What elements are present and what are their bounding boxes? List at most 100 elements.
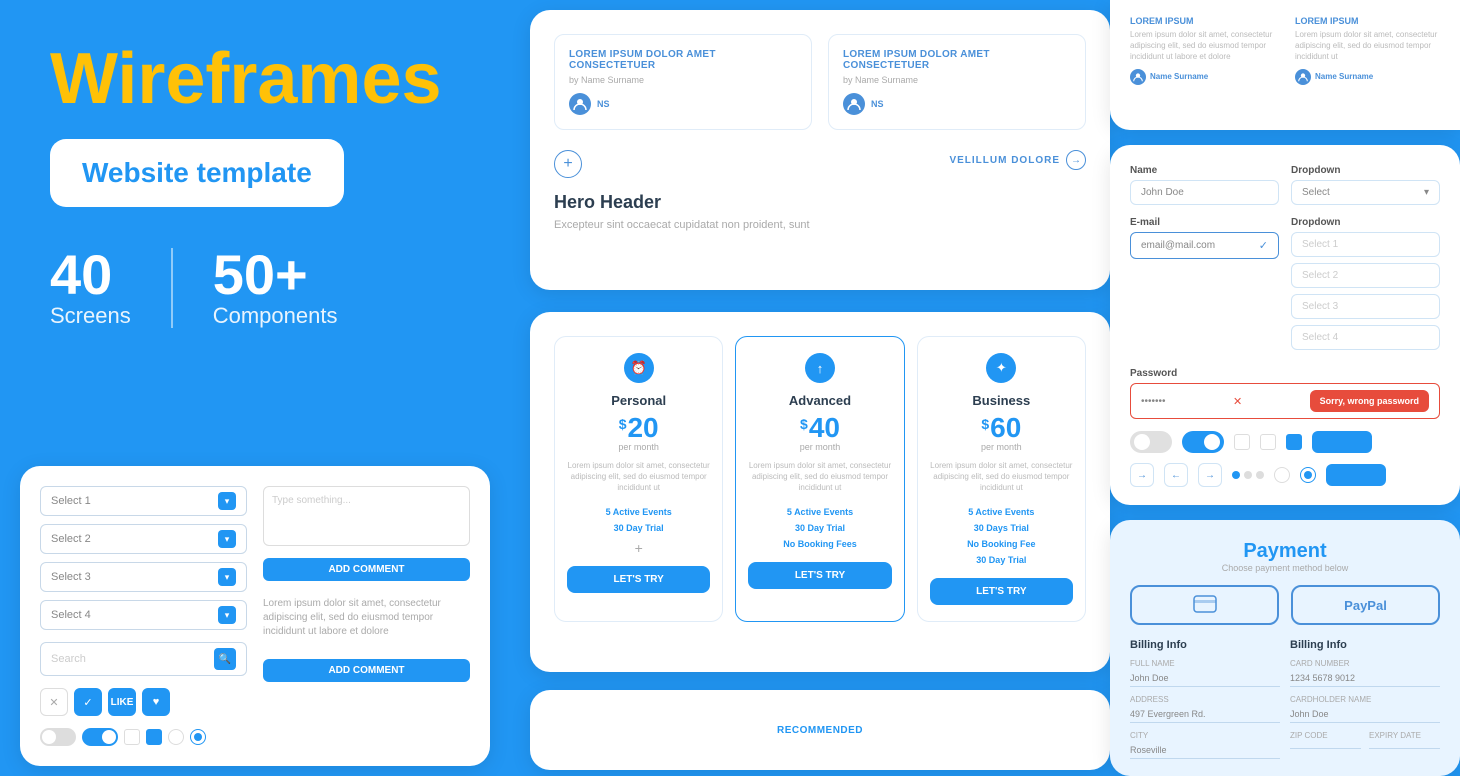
toggle-off[interactable] [40,728,76,746]
search-placeholder: Search [51,653,208,665]
name-field: Name John Doe [1130,165,1279,205]
price-feature-3c: No Booking Fee [930,536,1073,552]
price-cta-business[interactable]: LET'S TRY [930,578,1073,605]
dropdown2-option2[interactable]: Select 2 [1291,263,1440,288]
ui-components-row [1130,431,1440,453]
nav-arrow-right[interactable]: → [1130,463,1154,487]
toggle-off-pill[interactable] [1130,431,1172,453]
password-clear-icon[interactable]: ✕ [1233,395,1242,408]
form-radio-1[interactable] [1274,467,1290,483]
dropdown1-chevron: ▾ [1424,187,1429,198]
lorem-text-display: Lorem ipsum dolor sit amet, consectetur … [263,597,470,639]
price-icon-personal: ⏰ [624,353,654,383]
blog-author-name-2: Name Surname [1315,72,1373,81]
dropdown1-label: Dropdown [1291,165,1440,176]
avatar-1 [569,93,591,115]
add-comment-button[interactable]: ADD COMMENT [263,558,470,581]
form-email-dropdown-row: E-mail email@mail.com ✓ Dropdown Select … [1130,217,1440,356]
select-item-2[interactable]: Select 2 ▾ [40,524,247,554]
toggle-on-pill[interactable] [1182,431,1224,453]
chevron-icon-4: ▾ [218,606,236,624]
email-input[interactable]: email@mail.com ✓ [1130,232,1279,259]
expiry-input[interactable] [1369,742,1440,749]
add-comment-button-2[interactable]: ADD COMMENT [263,659,470,682]
nav-arrow-left[interactable]: ← [1164,463,1188,487]
select-label-2: Select 2 [51,533,91,545]
radio-unchecked[interactable] [168,729,184,745]
price-cta-personal[interactable]: LET'S TRY [567,566,710,593]
center-bottom-card: RECOMMENDED [530,690,1110,770]
checkbox-unchecked[interactable] [124,729,140,745]
zip-input[interactable] [1290,742,1361,749]
price-period-advanced: per month [748,442,891,452]
address-input[interactable]: 497 Evergreen Rd. [1130,706,1280,723]
arrow-icon[interactable]: → [1066,150,1086,170]
full-name-input[interactable]: John Doe [1130,670,1280,687]
textarea-mock[interactable]: Type something... [263,486,470,546]
form-blue-btn-2[interactable] [1326,464,1386,486]
search-row: Search 🔍 [40,642,247,676]
price-cta-advanced[interactable]: LET'S TRY [748,562,891,589]
blog-list-author-1: Name Surname [1130,69,1275,85]
blog-card-2-author: NS [843,93,1071,115]
dropdown2-option4[interactable]: Select 4 [1291,325,1440,350]
name-value: John Doe [1141,187,1184,198]
checkbox-checked[interactable] [146,729,162,745]
cardholder-input[interactable]: John Doe [1290,706,1440,723]
form-blue-btn-1[interactable] [1312,431,1372,453]
dropdown2-label: Dropdown [1291,217,1440,228]
check-button[interactable]: ✓ [74,688,102,716]
cardholder-label: CARDHOLDER NAME [1290,695,1440,704]
form-checkbox-2[interactable] [1260,434,1276,450]
billing-right: Billing Info CARD NUMBER 1234 5678 9012 … [1290,639,1440,767]
price-feature-1a: 5 Active Events [567,504,710,520]
blog-list-desc-1: Lorem ipsum dolor sit amet, consectetur … [1130,29,1275,63]
dropdown1-field: Dropdown Select ▾ [1291,165,1440,205]
dropdown2-option3[interactable]: Select 3 [1291,294,1440,319]
form-radio-2[interactable] [1300,467,1316,483]
select-label-4: Select 4 [51,609,91,621]
form-checkbox-3[interactable] [1286,434,1302,450]
nav-arrow-right-2[interactable]: → [1198,463,1222,487]
billing-section-title-right: Billing Info [1290,639,1440,651]
x-button[interactable]: ✕ [40,688,68,716]
heart-button[interactable]: ♥ [142,688,170,716]
ui-nav-row: → ← → [1130,463,1440,487]
payment-method-card[interactable] [1130,585,1279,625]
price-feature-2c: No Booking Fees [748,536,891,552]
blog-card-2-title: LOREM IPSUM DOLOR AMET CONSECTETUER [843,49,1071,71]
add-button[interactable]: + [554,150,582,178]
email-check-icon: ✓ [1259,239,1268,252]
dropdown1-input[interactable]: Select ▾ [1291,180,1440,205]
select-item-3[interactable]: Select 3 ▾ [40,562,247,592]
dropdown2-option1[interactable]: Select 1 [1291,232,1440,257]
city-input[interactable]: Roseville [1130,742,1280,759]
radio-checked[interactable] [190,729,206,745]
toggle-row [40,728,247,746]
form-selects-col: Select 1 ▾ Select 2 ▾ Select 3 ▾ Select … [40,486,247,746]
screens-count: 40 [50,247,131,303]
select-item-4[interactable]: Select 4 ▾ [40,600,247,630]
name-input[interactable]: John Doe [1130,180,1279,205]
form-components: Select 1 ▾ Select 2 ▾ Select 3 ▾ Select … [40,486,470,746]
price-icon-advanced: ↑ [805,353,835,383]
hero-section: Hero Header Excepteur sint occaecat cupi… [554,192,1086,231]
card-number-input[interactable]: 1234 5678 9012 [1290,670,1440,687]
billing-grid: Billing Info FULL NAME John Doe ADDRESS … [1130,639,1440,767]
select-item-1[interactable]: Select 1 ▾ [40,486,247,516]
avatar-2 [843,93,865,115]
zip-label: ZIP CODE [1290,731,1361,740]
hero-sub: Excepteur sint occaecat cupidatat non pr… [554,219,1086,231]
form-textarea-col: Type something... ADD COMMENT Lorem ipsu… [263,486,470,746]
price-card-personal: ⏰ Personal $ 20 per month Lorem ipsum do… [554,336,723,622]
price-desc-personal: Lorem ipsum dolor sit amet, consectetur … [567,460,710,494]
like-button[interactable]: LIKE [108,688,136,716]
form-checkbox-1[interactable] [1234,434,1250,450]
price-feature-2b: 30 Day Trial [748,520,891,536]
name-label: Name [1130,165,1279,176]
payment-method-paypal[interactable]: PayPal [1291,585,1440,625]
search-button[interactable]: 🔍 [214,648,236,670]
toggle-on[interactable] [82,728,118,746]
link-row: VELILLUM DOLORE → [949,150,1086,170]
password-input[interactable]: ••••••• ✕ Sorry, wrong password [1130,383,1440,419]
